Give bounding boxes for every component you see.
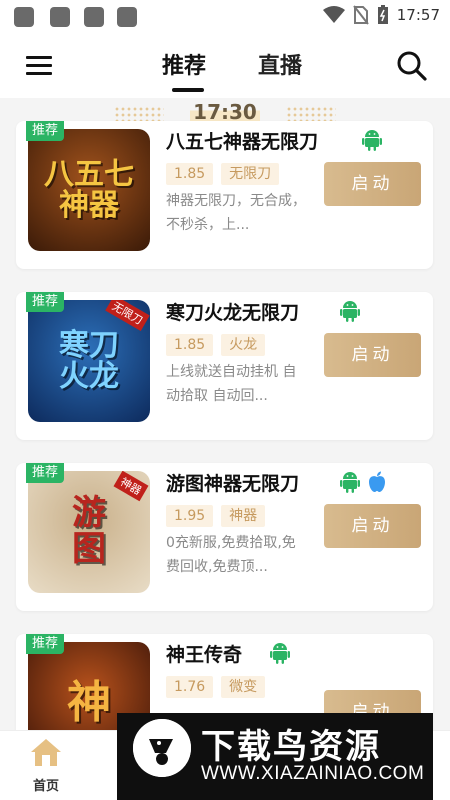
game-cover: 八五七 神器 <box>28 129 150 251</box>
game-description: 0充新服,免费拾取,免费回收,免费顶... <box>166 535 296 575</box>
tab-recommend[interactable]: 推荐 <box>162 48 206 80</box>
version-tag: 1.85 <box>166 334 214 356</box>
bird-logo-icon <box>133 719 191 777</box>
clock: 17:57 <box>396 6 440 24</box>
no-sim-icon <box>352 5 369 25</box>
tab-live[interactable]: 直播 <box>258 48 302 80</box>
launch-button[interactable]: 启动 <box>324 333 421 377</box>
platform-icons <box>270 642 290 664</box>
feature-tag: 无限刀 <box>221 163 280 185</box>
game-description: 神器无限刀，无合成，不秒杀，上... <box>166 193 306 233</box>
platform-icons <box>340 300 360 322</box>
game-cover: 游 图 神器 <box>28 471 150 593</box>
android-icon <box>340 472 360 493</box>
home-icon <box>31 739 61 766</box>
game-title: 寒刀火龙无限刀 <box>166 302 300 324</box>
game-card[interactable]: 八五七 神器 推荐 八五七神器无限刀 1.85 无限刀 神器无限刀，无合成，不秒… <box>16 121 433 269</box>
launch-button[interactable]: 启动 <box>324 162 421 206</box>
apple-icon <box>369 471 385 492</box>
platform-icons <box>362 129 382 151</box>
version-tag: 1.95 <box>166 505 214 527</box>
watermark-url: WWW.XIAZAINIAO.COM <box>201 763 425 784</box>
menu-icon[interactable] <box>26 56 52 76</box>
notification-icon <box>84 7 104 27</box>
battery-icon <box>377 5 388 24</box>
status-bar: 17:57 <box>0 0 450 34</box>
nav-home[interactable]: 首页 <box>22 737 70 794</box>
nav-home-label: 首页 <box>32 779 59 794</box>
notification-icon <box>117 7 137 27</box>
android-icon <box>270 643 290 664</box>
watermark-title: 下载鸟资源 <box>201 727 381 767</box>
active-tab-indicator <box>172 88 204 92</box>
recommend-badge: 推荐 <box>26 463 64 483</box>
notification-icon <box>50 7 70 27</box>
android-icon <box>340 301 360 322</box>
top-header: 推荐 直播 <box>0 34 450 98</box>
game-card[interactable]: 寒刀 火龙 无限刀 推荐 寒刀火龙无限刀 1.85 火龙 上线就送自动挂机 自动… <box>16 292 433 440</box>
recommend-badge: 推荐 <box>26 634 64 654</box>
recommend-badge: 推荐 <box>26 292 64 312</box>
game-title: 八五七神器无限刀 <box>166 131 319 153</box>
version-tag: 1.85 <box>166 163 214 185</box>
feature-tag: 火龙 <box>221 334 266 356</box>
launch-button[interactable]: 启动 <box>324 504 421 548</box>
watermark-banner: 下载鸟资源 WWW.XIAZAINIAO.COM <box>117 713 433 800</box>
version-tag: 1.76 <box>166 676 214 698</box>
feature-tag: 神器 <box>221 505 266 527</box>
game-title: 神王传奇 <box>166 644 243 666</box>
game-title: 游图神器无限刀 <box>166 473 300 495</box>
android-icon <box>362 130 382 151</box>
game-description: 上线就送自动挂机 自动拾取 自动回... <box>166 364 297 404</box>
recommend-badge: 推荐 <box>26 121 64 141</box>
feature-tag: 微变 <box>221 676 266 698</box>
search-icon[interactable] <box>396 50 428 82</box>
game-cover: 寒刀 火龙 无限刀 <box>28 300 150 422</box>
game-card[interactable]: 游 图 神器 推荐 游图神器无限刀 1.95 神器 0充新服,免费拾取,免费回收… <box>16 463 433 611</box>
wifi-icon <box>322 6 345 23</box>
platform-icons <box>340 471 386 493</box>
notification-icon <box>14 7 34 27</box>
